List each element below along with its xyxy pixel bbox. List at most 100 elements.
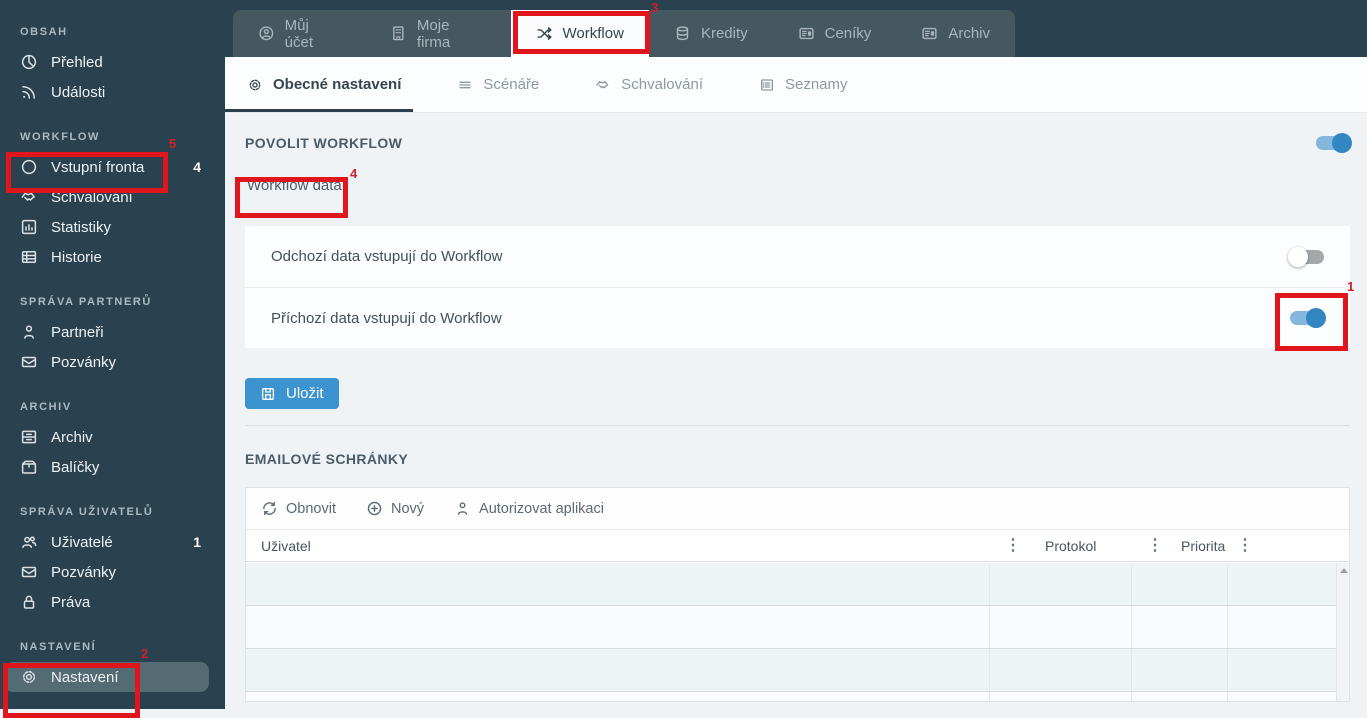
tab-moje-firma[interactable]: Moje firma [365,10,510,57]
email-grid: Obnovit Nový Autorizovat aplikaci Uživat… [245,487,1350,702]
tab-label: Archiv [948,25,990,42]
sidebar-item-label: Nastavení [51,668,119,686]
odchozi-data-row: Odchozí data vstupují do Workflow [245,226,1350,287]
price-card-icon [798,25,815,42]
table-row [246,649,1336,692]
table-icon [20,248,38,266]
save-icon [260,386,276,402]
odchozi-data-toggle[interactable] [1288,246,1324,267]
sidebar-item-prehled[interactable]: Přehled [0,47,225,77]
sidebar-item-label: Práva [51,593,91,611]
tab-kredity[interactable]: Kredity [649,10,773,57]
section-divider [245,425,1350,426]
pie-chart-icon [20,53,38,71]
person-icon [454,500,471,517]
shuffle-icon [536,25,553,42]
main-tabstrip: Můj účet Moje firma Workflow Kredity Cen… [233,10,1015,57]
subtab-seznamy[interactable]: Seznamy [759,57,848,112]
sidebar-item-pozvanky-partneri[interactable]: Pozvánky [0,347,225,377]
toolbar-button-label: Autorizovat aplikaci [479,500,604,517]
section-title: ARCHIV [20,401,72,413]
sidebar-item-partneri[interactable]: Partneři [0,317,225,347]
save-button-label: Uložit [286,385,324,402]
sidebar-item-label: Uživatelé [51,533,113,551]
sidebar-item-label: Historie [51,248,102,266]
building-icon [390,25,407,42]
tab-ceniky[interactable]: Ceníky [773,10,897,57]
count-badge: 4 [193,159,201,175]
toggle-knob [1306,308,1326,328]
sidebar-item-archiv[interactable]: Archiv [0,422,225,452]
subtab-label: Schvalování [621,76,703,93]
povolit-workflow-row: POVOLIT WORKFLOW [245,133,1352,153]
envelope-icon [20,563,38,581]
sub-tabstrip: Obecné nastavení Scénáře Schvalování Sez… [224,57,1367,113]
column-menu-icon[interactable]: ⋮ [1233,537,1257,554]
sidebar-section-sprava-partneru: SPRÁVA PARTNERŮ Partneři Pozvánky [0,296,225,377]
column-header-uzivatel[interactable]: Uživatel [261,538,1001,554]
column-menu-icon[interactable]: ⋮ [1001,537,1025,554]
gear-icon [20,668,38,686]
column-menu-icon[interactable]: ⋮ [1143,537,1167,554]
subtab-label: Scénáře [483,76,540,93]
povolit-workflow-label: POVOLIT WORKFLOW [245,135,403,151]
workflow-data-label: Workflow data [247,177,342,194]
sidebar-item-nastaveni[interactable]: Nastavení [4,662,209,692]
tab-muj-ucet[interactable]: Můj účet [233,10,365,57]
sidebar-section-archiv: ARCHIV Archiv Balíčky [0,401,225,482]
prichozi-data-label: Příchozí data vstupují do Workflow [271,309,502,327]
section-title: NASTAVENÍ [20,641,97,653]
sidebar-item-udalosti[interactable]: Události [0,77,225,107]
subtab-obecne-nastaveni[interactable]: Obecné nastavení [224,57,414,112]
table-row [246,606,1336,649]
refresh-button[interactable]: Obnovit [261,500,336,517]
sidebar-item-historie[interactable]: Historie [0,242,225,272]
envelope-icon [20,353,38,371]
person-icon [20,323,38,341]
vertical-scrollbar[interactable] [1336,563,1349,701]
archive-card-icon [921,25,938,42]
save-button[interactable]: Uložit [245,378,339,409]
tab-archiv[interactable]: Archiv [896,10,1015,57]
povolit-workflow-toggle[interactable] [1316,133,1352,153]
scroll-up-icon[interactable] [1340,568,1348,573]
new-button[interactable]: Nový [366,500,424,517]
authorize-app-button[interactable]: Autorizovat aplikaci [454,500,604,517]
subtab-scenare[interactable]: Scénáře [457,57,539,112]
sidebar-item-balicky[interactable]: Balíčky [0,452,225,482]
column-header-priorita[interactable]: Priorita [1167,538,1233,554]
sidebar-item-uzivatele[interactable]: Uživatelé 1 [0,527,225,557]
sidebar-item-schvalovani[interactable]: Schvalování [0,182,225,212]
lock-icon [20,593,38,611]
sidebar-item-pozvanky-uzivatele[interactable]: Pozvánky [0,557,225,587]
tab-workflow[interactable]: Workflow [510,10,649,57]
sidebar-item-label: Přehled [51,53,103,71]
main-content: POVOLIT WORKFLOW Workflow data Odchozí d… [225,113,1367,709]
tab-label: Workflow [562,25,624,42]
prichozi-data-toggle[interactable] [1290,308,1326,328]
column-header-protokol[interactable]: Protokol [1025,538,1143,554]
table-row [246,563,1336,606]
list-box-icon [759,77,775,93]
sidebar-section-obsah: OBSAH Přehled Události [0,26,225,107]
subtab-schvalovani[interactable]: Schvalování [595,57,703,112]
top-band: Můj účet Moje firma Workflow Kredity Cen… [225,0,1367,57]
package-icon [20,458,38,476]
user-circle-icon [258,25,275,42]
section-title: WORKFLOW [20,131,101,143]
grid-toolbar: Obnovit Nový Autorizovat aplikaci [246,488,1349,530]
users-icon [20,533,38,551]
sidebar-item-prava[interactable]: Práva [0,587,225,617]
sidebar-section-workflow: WORKFLOW Vstupní fronta 4 Schvalování St… [0,131,225,272]
list-icon [457,77,473,93]
bar-chart-icon [20,218,38,236]
sidebar-section-sprava-uzivatelu: SPRÁVA UŽIVATELŮ Uživatelé 1 Pozvánky Pr… [0,506,225,617]
sidebar-item-statistiky[interactable]: Statistiky [0,212,225,242]
sidebar-item-vstupni-fronta[interactable]: Vstupní fronta 4 [0,152,225,182]
count-badge: 1 [193,534,201,550]
coins-icon [674,25,691,42]
section-title: OBSAH [20,26,68,38]
toggle-knob [1288,246,1308,267]
section-title: SPRÁVA UŽIVATELŮ [20,506,154,518]
refresh-icon [261,500,278,517]
